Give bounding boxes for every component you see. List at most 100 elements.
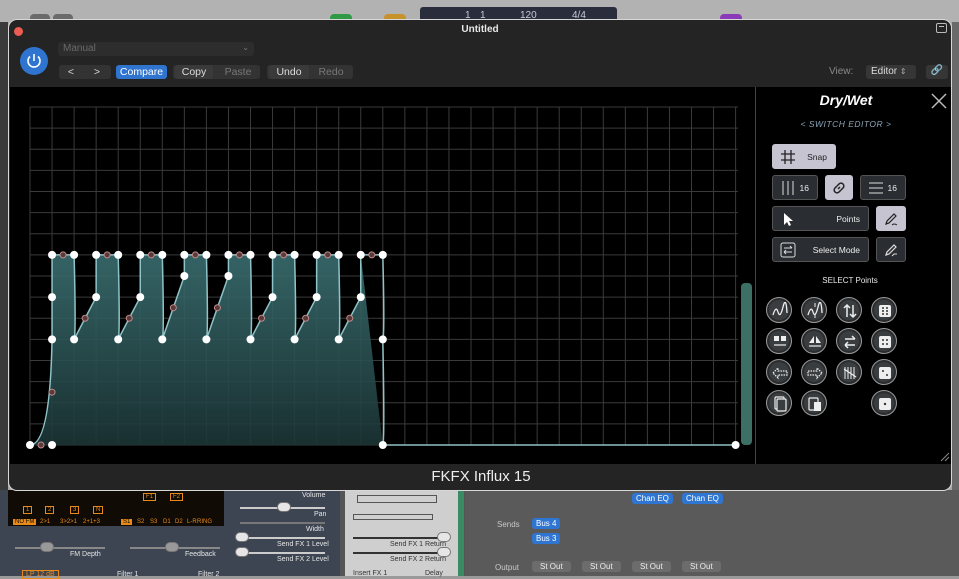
curve-handle[interactable] <box>213 304 221 312</box>
output-slot[interactable]: St Out <box>632 561 671 572</box>
envelope-point[interactable] <box>268 250 277 259</box>
undo-button[interactable]: Undo <box>269 65 309 79</box>
fm-depth-slider[interactable] <box>15 547 105 549</box>
dice-one-button[interactable] <box>871 390 897 416</box>
operator-2[interactable]: 2 <box>45 506 55 514</box>
curve-handle[interactable] <box>302 314 310 322</box>
envelope-point[interactable] <box>378 250 387 259</box>
link-button[interactable]: 🔗 <box>926 65 948 79</box>
envelope-point[interactable] <box>202 335 211 344</box>
curve-handle[interactable] <box>59 251 67 259</box>
filter-f1[interactable]: F1 <box>143 493 157 501</box>
prev-preset-button[interactable]: < <box>61 65 81 79</box>
curve-handle[interactable] <box>235 251 243 259</box>
insert-slot-chan-eq[interactable]: Chan EQ <box>632 493 673 504</box>
copy-button[interactable] <box>766 390 792 416</box>
curve-handle[interactable] <box>103 251 111 259</box>
filter-type-select[interactable]: LP 12 dB <box>22 570 59 579</box>
envelope-point[interactable] <box>70 250 79 259</box>
envelope-point[interactable] <box>48 250 57 259</box>
send-fx1-return-slider[interactable] <box>353 537 448 539</box>
flip-horizontal-button[interactable] <box>801 328 827 354</box>
copy-button[interactable]: Copy <box>175 65 213 79</box>
curve-handle[interactable] <box>147 251 155 259</box>
title-bar[interactable]: Untitled <box>9 20 951 42</box>
shift-right-button[interactable] <box>801 359 827 385</box>
preset-select[interactable]: Manual ⌄ <box>58 42 254 56</box>
envelope-point[interactable] <box>378 441 387 449</box>
envelope-point[interactable] <box>731 441 740 449</box>
wave-smooth-button[interactable] <box>766 297 792 323</box>
grid-y-button[interactable]: 16 <box>860 175 906 200</box>
curve-handle[interactable] <box>368 251 376 259</box>
envelope-point[interactable] <box>48 441 57 449</box>
send-fx2-slider[interactable] <box>240 552 325 554</box>
compare-button[interactable]: Compare <box>116 65 167 79</box>
send-slot-bus4[interactable]: Bus 4 <box>532 518 561 529</box>
envelope-point[interactable] <box>290 335 299 344</box>
envelope-point[interactable] <box>334 335 343 344</box>
output-slot[interactable]: St Out <box>532 561 571 572</box>
envelope-point[interactable] <box>26 441 34 449</box>
envelope-point[interactable] <box>312 293 321 302</box>
wave-randomize-button[interactable] <box>801 297 827 323</box>
curve-handle[interactable] <box>125 314 133 322</box>
operator-1[interactable]: 1 <box>23 506 33 514</box>
envelope-point[interactable] <box>224 250 233 259</box>
curve-handle[interactable] <box>81 314 89 322</box>
envelope-point[interactable] <box>158 250 167 259</box>
envelope-point[interactable] <box>114 250 123 259</box>
route-d1[interactable]: D1 <box>163 519 171 525</box>
points-mode-button[interactable]: Points <box>772 206 869 231</box>
route-ring[interactable]: RING <box>197 519 212 525</box>
envelope-graph[interactable] <box>10 87 754 464</box>
envelope-point[interactable] <box>268 293 277 302</box>
draw-points-button[interactable] <box>876 206 906 231</box>
envelope-point[interactable] <box>246 250 255 259</box>
dice-two-button[interactable] <box>871 359 897 385</box>
paste-button[interactable]: Paste <box>219 65 257 79</box>
send-fx2-return-slider[interactable] <box>353 552 448 554</box>
envelope-point[interactable] <box>180 272 189 280</box>
mirror-horizontal-button[interactable] <box>766 328 792 354</box>
power-button[interactable] <box>20 47 48 75</box>
algo-3-2-1[interactable]: 3>2>1 <box>60 519 77 525</box>
envelope-point[interactable] <box>158 335 167 344</box>
algo-2-1-3[interactable]: 2+1+3 <box>83 519 100 525</box>
curve-handle[interactable] <box>346 314 354 322</box>
shift-left-button[interactable] <box>766 359 792 385</box>
swap-button[interactable] <box>836 328 862 354</box>
dice-six-button[interactable] <box>871 297 897 323</box>
grid-x-button[interactable]: 16 <box>772 175 818 200</box>
next-preset-button[interactable]: > <box>87 65 107 79</box>
float-window-icon[interactable] <box>936 23 947 33</box>
envelope-point[interactable] <box>290 250 299 259</box>
feedback-knob[interactable] <box>165 542 179 552</box>
link-grid-button[interactable] <box>825 175 853 200</box>
view-select[interactable]: Editor ⇕ <box>866 65 916 79</box>
curve-handle[interactable] <box>191 251 199 259</box>
envelope-point[interactable] <box>92 250 101 259</box>
route-s3[interactable]: S3 <box>150 519 157 525</box>
send-fx1-knob[interactable] <box>235 532 249 542</box>
envelope-point[interactable] <box>202 250 211 259</box>
envelope-point[interactable] <box>356 250 365 259</box>
curve-handle[interactable] <box>280 251 288 259</box>
envelope-point[interactable] <box>180 250 189 259</box>
envelope-point[interactable] <box>334 250 343 259</box>
draw-mode-button[interactable] <box>876 237 906 262</box>
switch-editor-button[interactable]: < SWITCH EDITOR > <box>756 119 936 129</box>
pan-knob[interactable] <box>277 502 291 512</box>
envelope-point[interactable] <box>114 335 123 344</box>
resize-grip-icon[interactable] <box>938 450 950 462</box>
curve-handle[interactable] <box>324 251 332 259</box>
dice-four-button[interactable] <box>871 328 897 354</box>
output-slot[interactable]: St Out <box>682 561 721 572</box>
flip-vertical-button[interactable] <box>836 297 862 323</box>
close-editor-icon[interactable] <box>929 91 949 111</box>
algo-nofm[interactable]: NO FM <box>13 519 37 525</box>
send-fx1-slider[interactable] <box>240 537 325 539</box>
send-slot-bus3[interactable]: Bus 3 <box>532 533 561 544</box>
vertical-scrollbar[interactable] <box>741 283 752 445</box>
send-fx2-knob[interactable] <box>235 547 249 557</box>
